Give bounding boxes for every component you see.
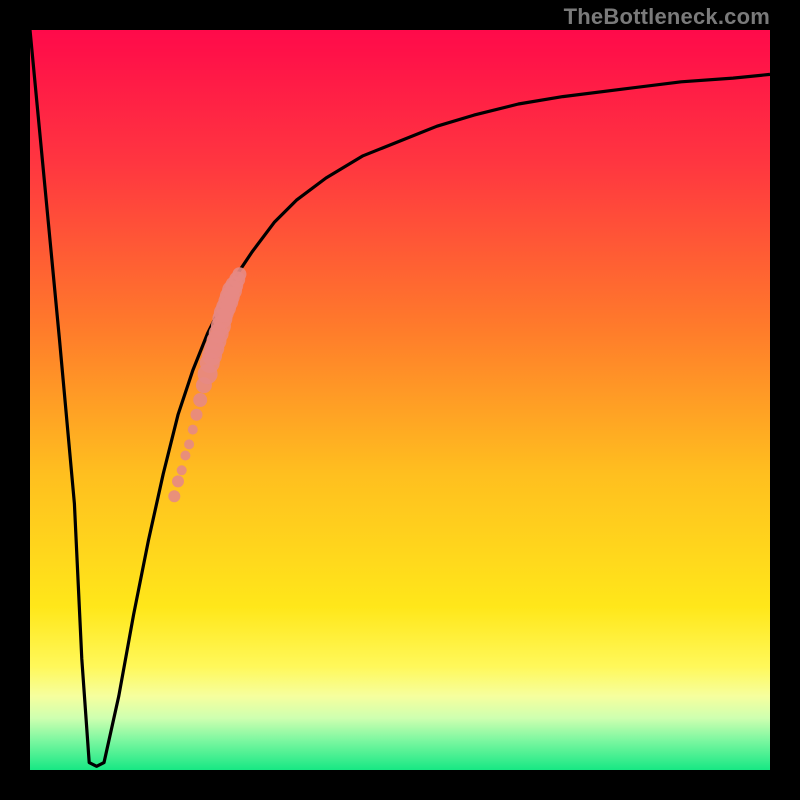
marker-dot	[168, 490, 180, 502]
marker-dot	[191, 409, 203, 421]
marker-dot	[184, 439, 194, 449]
marker-dot	[177, 465, 187, 475]
marker-dot	[172, 475, 184, 487]
watermark-text: TheBottleneck.com	[564, 4, 770, 30]
marker-dot	[180, 451, 190, 461]
marker-dot	[193, 393, 207, 407]
chart-plot	[30, 30, 770, 770]
chart-frame: TheBottleneck.com	[0, 0, 800, 800]
marker-dot	[232, 267, 246, 281]
marker-dot	[188, 425, 198, 435]
